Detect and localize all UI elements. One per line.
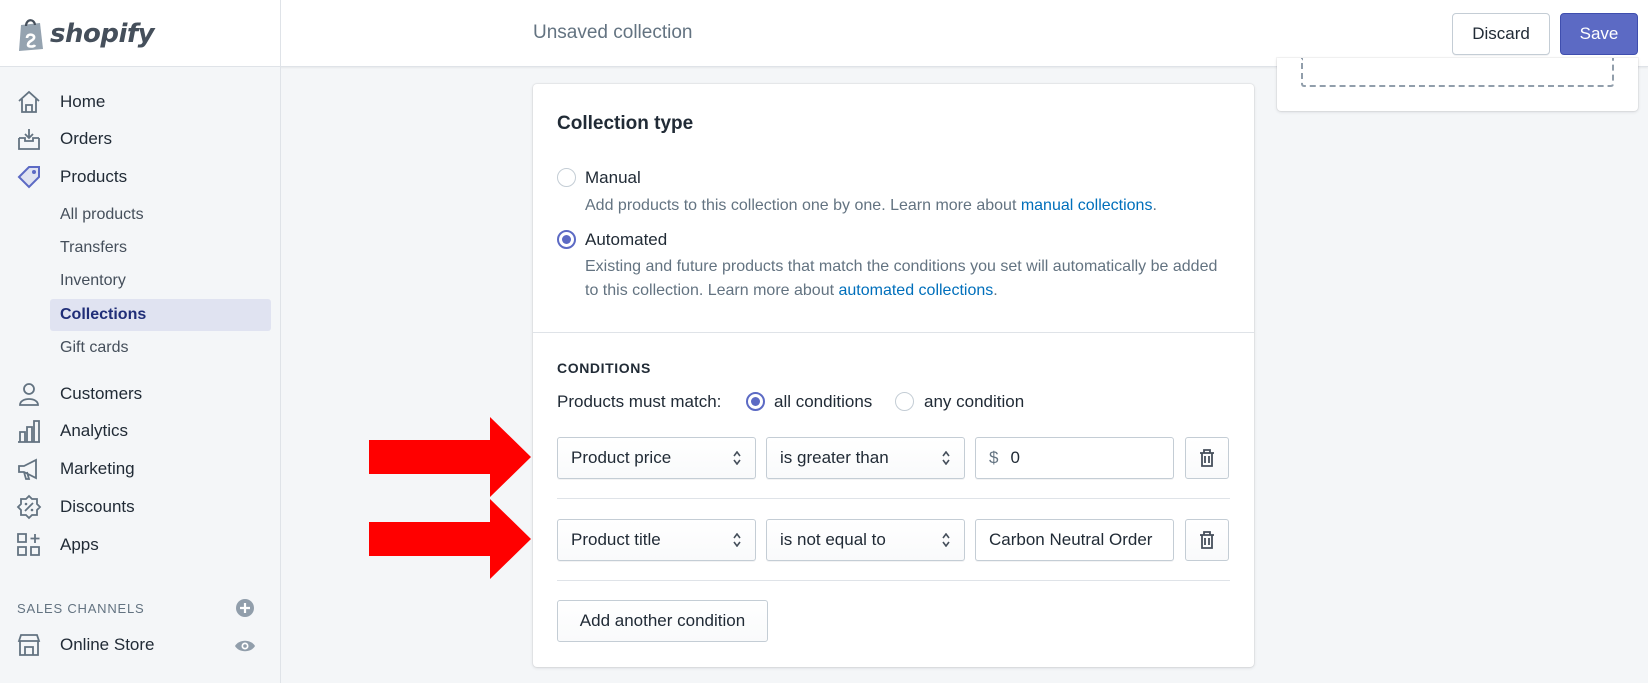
condition-divider: [557, 498, 1230, 499]
top-bar: shopify Unsaved collection Discard Save: [0, 0, 1648, 67]
sidebar-item-label: Customers: [60, 384, 143, 403]
condition-value-input[interactable]: $ 0: [975, 437, 1174, 479]
sidebar-item-home[interactable]: Home: [0, 85, 281, 119]
select-arrows-icon: [733, 451, 741, 465]
sidebar-item-analytics[interactable]: Analytics: [0, 414, 281, 448]
image-upload-card: [1277, 58, 1638, 111]
automated-label: Automated: [585, 230, 668, 249]
sidebar-item-marketing[interactable]: Marketing: [0, 452, 281, 486]
sidebar-item-label: Discounts: [60, 497, 135, 516]
sidebar-item-label: Online Store: [60, 635, 155, 654]
megaphone-icon: [18, 458, 37, 480]
sidebar-item-customers[interactable]: Customers: [0, 377, 281, 411]
section-divider: [533, 332, 1254, 333]
sidebar-item-label: Analytics: [60, 421, 129, 440]
add-condition-button[interactable]: Add another condition: [557, 600, 768, 642]
home-icon: [18, 90, 40, 113]
sidebar-item-label: Home: [60, 92, 106, 111]
sidebar: Home Orders Products All products Transf…: [0, 67, 281, 683]
manual-label: Manual: [585, 168, 641, 187]
currency-prefix: $: [989, 448, 999, 467]
manual-help-text: Add products to this collection one by o…: [585, 197, 1157, 214]
sidebar-item-label: Products: [60, 167, 128, 186]
sidebar-item-discounts[interactable]: Discounts: [0, 490, 281, 524]
automated-collections-link[interactable]: automated collections: [838, 282, 993, 299]
apps-icon: [17, 533, 40, 556]
select-arrows-icon: [942, 451, 950, 465]
shopify-logo[interactable]: shopify: [0, 0, 281, 67]
annotation-arrow-icon: [369, 499, 531, 579]
condition-field-value: Product title: [571, 530, 661, 549]
add-sales-channel-icon[interactable]: [235, 598, 255, 618]
page-title: Unsaved collection: [533, 22, 693, 43]
condition-operator-select[interactable]: is not equal to: [766, 519, 965, 561]
select-arrows-icon: [942, 533, 950, 547]
sales-channels-heading: SALES CHANNELS: [17, 601, 145, 616]
sidebar-subitem-transfers[interactable]: Transfers: [50, 232, 271, 264]
condition-operator-select[interactable]: is greater than: [766, 437, 965, 479]
sidebar-item-label: Marketing: [60, 459, 135, 478]
condition-divider: [557, 580, 1230, 581]
conditions-heading: CONDITIONS: [557, 360, 651, 376]
trash-icon: [1200, 449, 1214, 467]
sidebar-item-label: Orders: [60, 129, 112, 148]
logo-text: shopify: [50, 18, 155, 49]
automated-radio[interactable]: [557, 230, 576, 249]
any-condition-label: any condition: [924, 392, 1025, 411]
all-conditions-label: all conditions: [774, 392, 873, 411]
annotation-arrow-icon: [369, 417, 531, 497]
delete-condition-button[interactable]: [1185, 519, 1229, 561]
person-icon: [19, 383, 39, 406]
sidebar-subitem-all-products[interactable]: All products: [50, 199, 271, 231]
delete-condition-button[interactable]: [1185, 437, 1229, 479]
tag-icon: [17, 166, 40, 189]
match-label: Products must match:: [557, 392, 722, 411]
select-arrows-icon: [733, 533, 741, 547]
eye-icon[interactable]: [234, 638, 256, 654]
image-dropzone[interactable]: [1301, 58, 1614, 87]
sidebar-subitem-inventory[interactable]: Inventory: [50, 265, 271, 297]
sidebar-item-apps[interactable]: Apps: [0, 528, 281, 562]
sidebar-subitem-gift-cards[interactable]: Gift cards: [50, 332, 271, 364]
collection-type-card: Collection type Manual Add products to t…: [533, 84, 1254, 667]
trash-icon: [1200, 531, 1214, 549]
condition-field-select[interactable]: Product price: [557, 437, 756, 479]
shopify-bag-icon: [19, 18, 43, 51]
condition-value-text: 0: [1010, 448, 1020, 467]
condition-field-select[interactable]: Product title: [557, 519, 756, 561]
sidebar-item-orders[interactable]: Orders: [0, 122, 281, 156]
orders-icon: [18, 129, 40, 150]
any-condition-radio[interactable]: [895, 392, 914, 411]
automated-help-text: Existing and future products that match …: [585, 258, 1218, 299]
manual-collections-link[interactable]: manual collections: [1021, 197, 1153, 214]
card-title: Collection type: [557, 113, 694, 134]
condition-value-input[interactable]: Carbon Neutral Order: [975, 519, 1174, 561]
store-icon: [17, 634, 41, 656]
sidebar-subitem-collections[interactable]: Collections: [50, 299, 271, 331]
sidebar-item-label: Apps: [60, 535, 99, 554]
condition-operator-value: is not equal to: [780, 530, 886, 549]
manual-radio[interactable]: [557, 168, 576, 187]
condition-operator-value: is greater than: [780, 448, 889, 467]
discard-button[interactable]: Discard: [1452, 13, 1550, 55]
bar-chart-icon: [18, 420, 40, 443]
sidebar-item-products[interactable]: Products: [0, 160, 281, 194]
all-conditions-radio[interactable]: [746, 392, 765, 411]
save-button[interactable]: Save: [1560, 13, 1638, 55]
condition-field-value: Product price: [571, 448, 672, 467]
discount-icon: [16, 494, 42, 520]
condition-value-text: Carbon Neutral Order: [989, 530, 1153, 549]
